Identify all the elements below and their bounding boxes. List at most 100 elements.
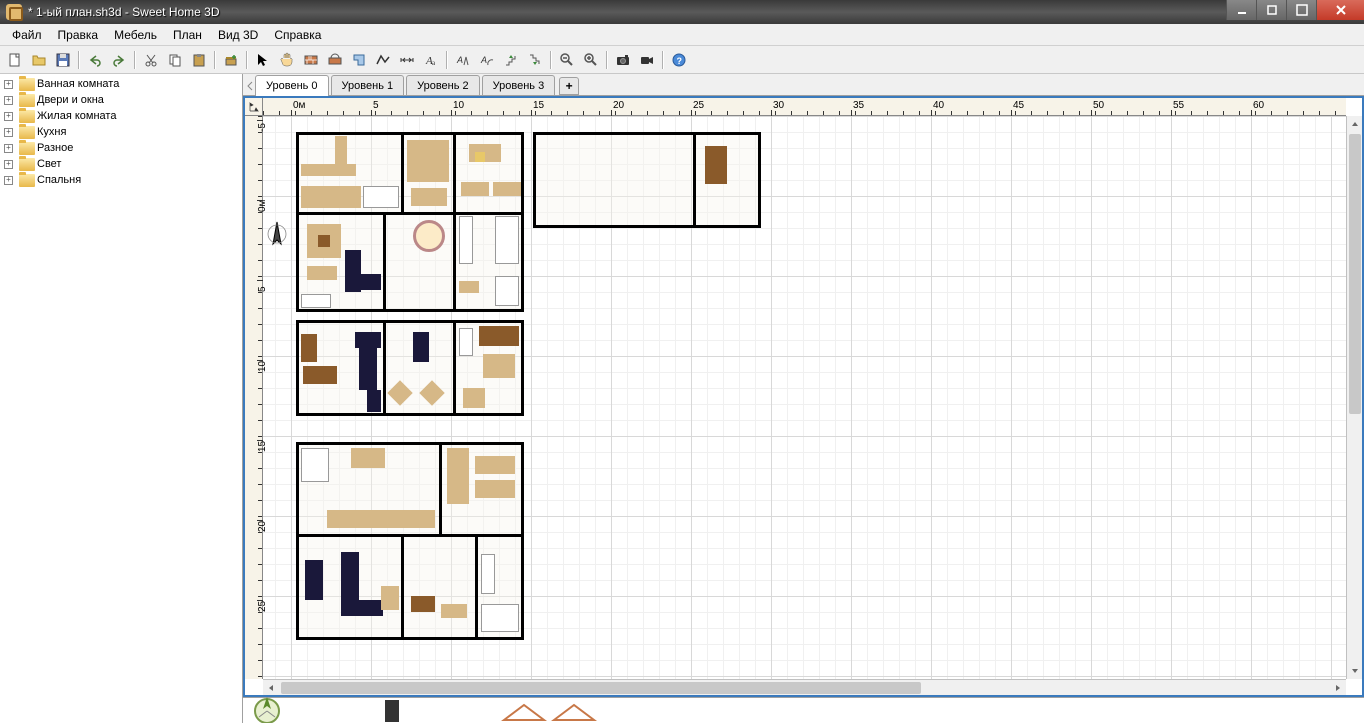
furniture-item[interactable] bbox=[301, 164, 356, 176]
furniture-item[interactable] bbox=[335, 136, 347, 176]
help-icon[interactable]: ? bbox=[668, 49, 690, 71]
menu-3dview[interactable]: Вид 3D bbox=[210, 26, 266, 44]
dimension-tool-icon[interactable] bbox=[396, 49, 418, 71]
interior-wall[interactable] bbox=[401, 132, 404, 214]
furniture-item[interactable] bbox=[345, 250, 361, 292]
plan-canvas[interactable] bbox=[263, 116, 1346, 679]
maximize-button[interactable] bbox=[1286, 0, 1316, 20]
furniture-item[interactable] bbox=[305, 560, 323, 600]
furniture-item[interactable] bbox=[461, 182, 489, 196]
interior-wall[interactable] bbox=[453, 212, 456, 312]
furniture-item[interactable] bbox=[463, 388, 485, 408]
furniture-item[interactable] bbox=[495, 276, 519, 306]
furniture-item[interactable] bbox=[407, 140, 449, 182]
catalog-category[interactable]: +Спальня bbox=[2, 172, 240, 188]
save-icon[interactable] bbox=[52, 49, 74, 71]
close-button[interactable] bbox=[1316, 0, 1364, 20]
interior-wall[interactable] bbox=[296, 534, 524, 537]
furniture-item[interactable] bbox=[367, 390, 381, 412]
furniture-catalog-panel[interactable]: +Ванная комната +Двери и окна +Жилая ком… bbox=[0, 74, 243, 723]
furniture-item[interactable] bbox=[355, 332, 381, 348]
expand-icon[interactable]: + bbox=[4, 96, 13, 105]
menu-furniture[interactable]: Мебель bbox=[106, 26, 165, 44]
menu-plan[interactable]: План bbox=[165, 26, 210, 44]
tab-add-button[interactable]: + bbox=[559, 77, 579, 95]
expand-icon[interactable]: + bbox=[4, 144, 13, 153]
furniture-item[interactable] bbox=[459, 281, 479, 293]
tab-scroll-left-icon[interactable] bbox=[247, 81, 253, 91]
furniture-item[interactable] bbox=[341, 552, 359, 600]
compass-icon[interactable] bbox=[267, 220, 287, 248]
compass-3d-icon[interactable] bbox=[249, 693, 285, 723]
catalog-category[interactable]: +Кухня bbox=[2, 124, 240, 140]
catalog-category[interactable]: +Ванная комната bbox=[2, 76, 240, 92]
interior-wall[interactable] bbox=[401, 534, 404, 640]
furniture-item[interactable] bbox=[447, 448, 469, 504]
furniture-item[interactable] bbox=[479, 326, 519, 346]
expand-icon[interactable]: + bbox=[4, 80, 13, 89]
polyline-tool-icon[interactable] bbox=[372, 49, 394, 71]
furniture-item[interactable] bbox=[441, 604, 467, 618]
catalog-category[interactable]: +Свет bbox=[2, 156, 240, 172]
furniture-item[interactable] bbox=[475, 480, 515, 498]
furniture-item[interactable] bbox=[307, 266, 337, 280]
furniture-item[interactable] bbox=[481, 554, 495, 594]
room-tool-icon[interactable] bbox=[348, 49, 370, 71]
scrollbar-thumb[interactable] bbox=[1349, 134, 1361, 414]
menu-help[interactable]: Справка bbox=[266, 26, 329, 44]
interior-wall[interactable] bbox=[383, 320, 386, 416]
furniture-item[interactable] bbox=[303, 366, 337, 384]
select-tool-icon[interactable] bbox=[252, 49, 274, 71]
furniture-item[interactable] bbox=[301, 294, 331, 308]
furniture-item[interactable] bbox=[495, 216, 519, 264]
furniture-item[interactable] bbox=[361, 274, 381, 290]
tab-level-0[interactable]: Уровень 0 bbox=[255, 75, 329, 96]
catalog-category[interactable]: +Двери и окна bbox=[2, 92, 240, 108]
expand-icon[interactable]: + bbox=[4, 128, 13, 137]
add-furniture-icon[interactable] bbox=[220, 49, 242, 71]
tab-level-2[interactable]: Уровень 2 bbox=[406, 75, 480, 95]
furniture-item[interactable] bbox=[411, 596, 435, 612]
zoom-in-icon[interactable] bbox=[580, 49, 602, 71]
furniture-item[interactable] bbox=[459, 328, 473, 356]
expand-icon[interactable]: + bbox=[4, 176, 13, 185]
furniture-item[interactable] bbox=[411, 188, 447, 206]
furniture-item[interactable] bbox=[493, 182, 521, 196]
zoom-out-icon[interactable] bbox=[556, 49, 578, 71]
new-file-icon[interactable] bbox=[4, 49, 26, 71]
catalog-category[interactable]: +Жилая комната bbox=[2, 108, 240, 124]
copy-icon[interactable] bbox=[164, 49, 186, 71]
paste-icon[interactable] bbox=[188, 49, 210, 71]
scroll-up-arrow-icon[interactable] bbox=[1347, 116, 1363, 132]
furniture-item[interactable] bbox=[483, 354, 515, 378]
redo-icon[interactable] bbox=[108, 49, 130, 71]
catalog-category[interactable]: +Разное bbox=[2, 140, 240, 156]
furniture-item[interactable] bbox=[413, 220, 445, 252]
interior-wall[interactable] bbox=[439, 442, 442, 534]
restore-button[interactable] bbox=[1256, 0, 1286, 20]
level-down-icon[interactable] bbox=[524, 49, 546, 71]
interior-wall[interactable] bbox=[296, 212, 524, 215]
camera-video-icon[interactable] bbox=[636, 49, 658, 71]
scroll-right-arrow-icon[interactable] bbox=[1330, 680, 1346, 696]
furniture-item[interactable] bbox=[301, 186, 361, 208]
wall-tool-icon[interactable] bbox=[300, 49, 322, 71]
furniture-item[interactable] bbox=[705, 146, 727, 184]
camera-photo-icon[interactable] bbox=[612, 49, 634, 71]
plan-scrollbar-horizontal[interactable] bbox=[263, 679, 1346, 695]
dimension-auto-icon[interactable]: A bbox=[452, 49, 474, 71]
cut-icon[interactable] bbox=[140, 49, 162, 71]
furniture-item[interactable] bbox=[475, 152, 485, 162]
interior-wall[interactable] bbox=[453, 320, 456, 416]
tab-level-1[interactable]: Уровень 1 bbox=[331, 75, 405, 95]
interior-wall[interactable] bbox=[453, 132, 456, 214]
furniture-item[interactable] bbox=[301, 334, 317, 362]
furniture-item[interactable] bbox=[359, 348, 377, 390]
expand-icon[interactable]: + bbox=[4, 160, 13, 169]
pan-tool-icon[interactable] bbox=[276, 49, 298, 71]
furniture-item[interactable] bbox=[363, 186, 399, 208]
furniture-item[interactable] bbox=[301, 448, 329, 482]
menu-edit[interactable]: Правка bbox=[50, 26, 107, 44]
plan-scrollbar-vertical[interactable] bbox=[1346, 116, 1362, 679]
scrollbar-thumb[interactable] bbox=[281, 682, 921, 694]
